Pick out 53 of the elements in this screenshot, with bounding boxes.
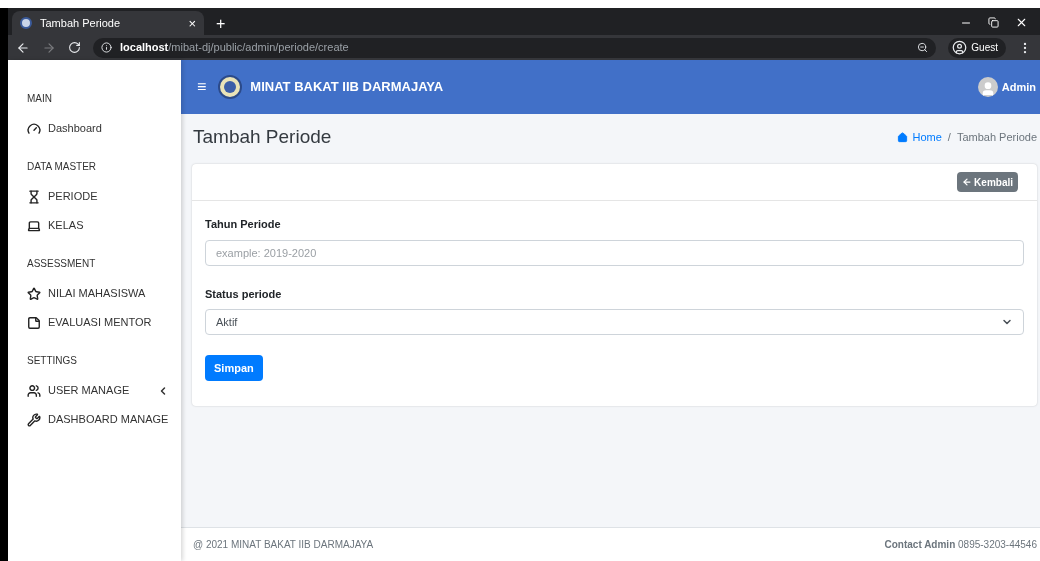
tab-close-button[interactable]: × xyxy=(188,16,196,30)
arrow-left-icon xyxy=(962,177,973,187)
reload-icon[interactable] xyxy=(68,41,81,54)
sidebar-item[interactable]: KELAS xyxy=(27,211,169,240)
sidebar-heading: SETTINGS xyxy=(27,354,78,368)
sidebar-item[interactable]: Dashboard xyxy=(27,114,169,143)
info-icon xyxy=(101,42,112,53)
users-icon xyxy=(27,383,41,398)
star-icon xyxy=(27,286,41,301)
profile-icon xyxy=(952,40,968,55)
restore-icon[interactable] xyxy=(988,17,999,28)
tab-title: Tambah Periode xyxy=(40,15,122,31)
browser-tab[interactable]: Tambah Periode × xyxy=(12,11,204,35)
brand-title: MINAT BAKAT IIB DARMAJAYA xyxy=(250,78,445,97)
wrench-icon xyxy=(27,412,41,427)
forward-icon[interactable] xyxy=(42,40,56,55)
avatar-icon xyxy=(977,77,998,97)
sidebar-item[interactable]: DASHBOARD MANAGE xyxy=(27,405,169,434)
hourglass-icon xyxy=(27,189,41,204)
breadcrumb-current: Tambah Periode xyxy=(956,129,1037,145)
sidebar-item[interactable]: PERIODE xyxy=(27,182,169,211)
select-field[interactable]: Aktif xyxy=(205,309,1024,335)
gauge-icon xyxy=(27,121,41,136)
profile-button[interactable]: Guest xyxy=(948,37,1006,58)
save-button[interactable]: Simpan xyxy=(205,355,263,382)
text-input[interactable]: example: 2019-2020 xyxy=(205,239,1024,266)
user-menu[interactable]: Admin xyxy=(977,77,1036,97)
sidebar-item[interactable]: NILAI MAHASISWA xyxy=(27,279,169,308)
sidebar-item[interactable]: EVALUASI MENTOR xyxy=(27,308,169,337)
sidebar-heading: DATA MASTER xyxy=(27,160,98,174)
address-bar[interactable]: localhost/mibat-dj/public/admin/periode/create xyxy=(93,37,937,58)
sidebar-item[interactable]: USER MANAGE xyxy=(27,376,169,405)
copyright-text: @ 2021 MINAT BAKAT IIB DARMAJAYA xyxy=(193,538,374,552)
field-label: Status periode xyxy=(205,286,283,302)
new-tab-button[interactable]: + xyxy=(216,16,226,32)
back-button[interactable]: Kembali xyxy=(957,172,1018,192)
menu-button[interactable]: ≡ xyxy=(197,79,207,95)
sidebar-heading: ASSESSMENT xyxy=(27,257,97,271)
close-icon[interactable] xyxy=(1015,16,1028,29)
home-icon xyxy=(897,131,909,143)
zoom-icon[interactable] xyxy=(917,42,929,53)
field-label: Tahun Periode xyxy=(205,217,282,232)
breadcrumb-separator: / xyxy=(947,129,951,145)
url-text: localhost/mibat-dj/public/admin/periode/create xyxy=(120,40,350,56)
note-icon xyxy=(27,315,41,330)
breadcrumb-link[interactable]: Home xyxy=(912,128,942,146)
sidebar-heading: MAIN xyxy=(27,92,53,106)
page-title: Tambah Periode xyxy=(193,124,332,149)
favicon-icon xyxy=(20,17,32,29)
back-icon[interactable] xyxy=(16,40,30,55)
contact-text: Contact Admin 0895-3203-44546 xyxy=(884,538,1037,552)
logo-icon xyxy=(218,75,243,99)
laptop-icon xyxy=(27,218,41,233)
